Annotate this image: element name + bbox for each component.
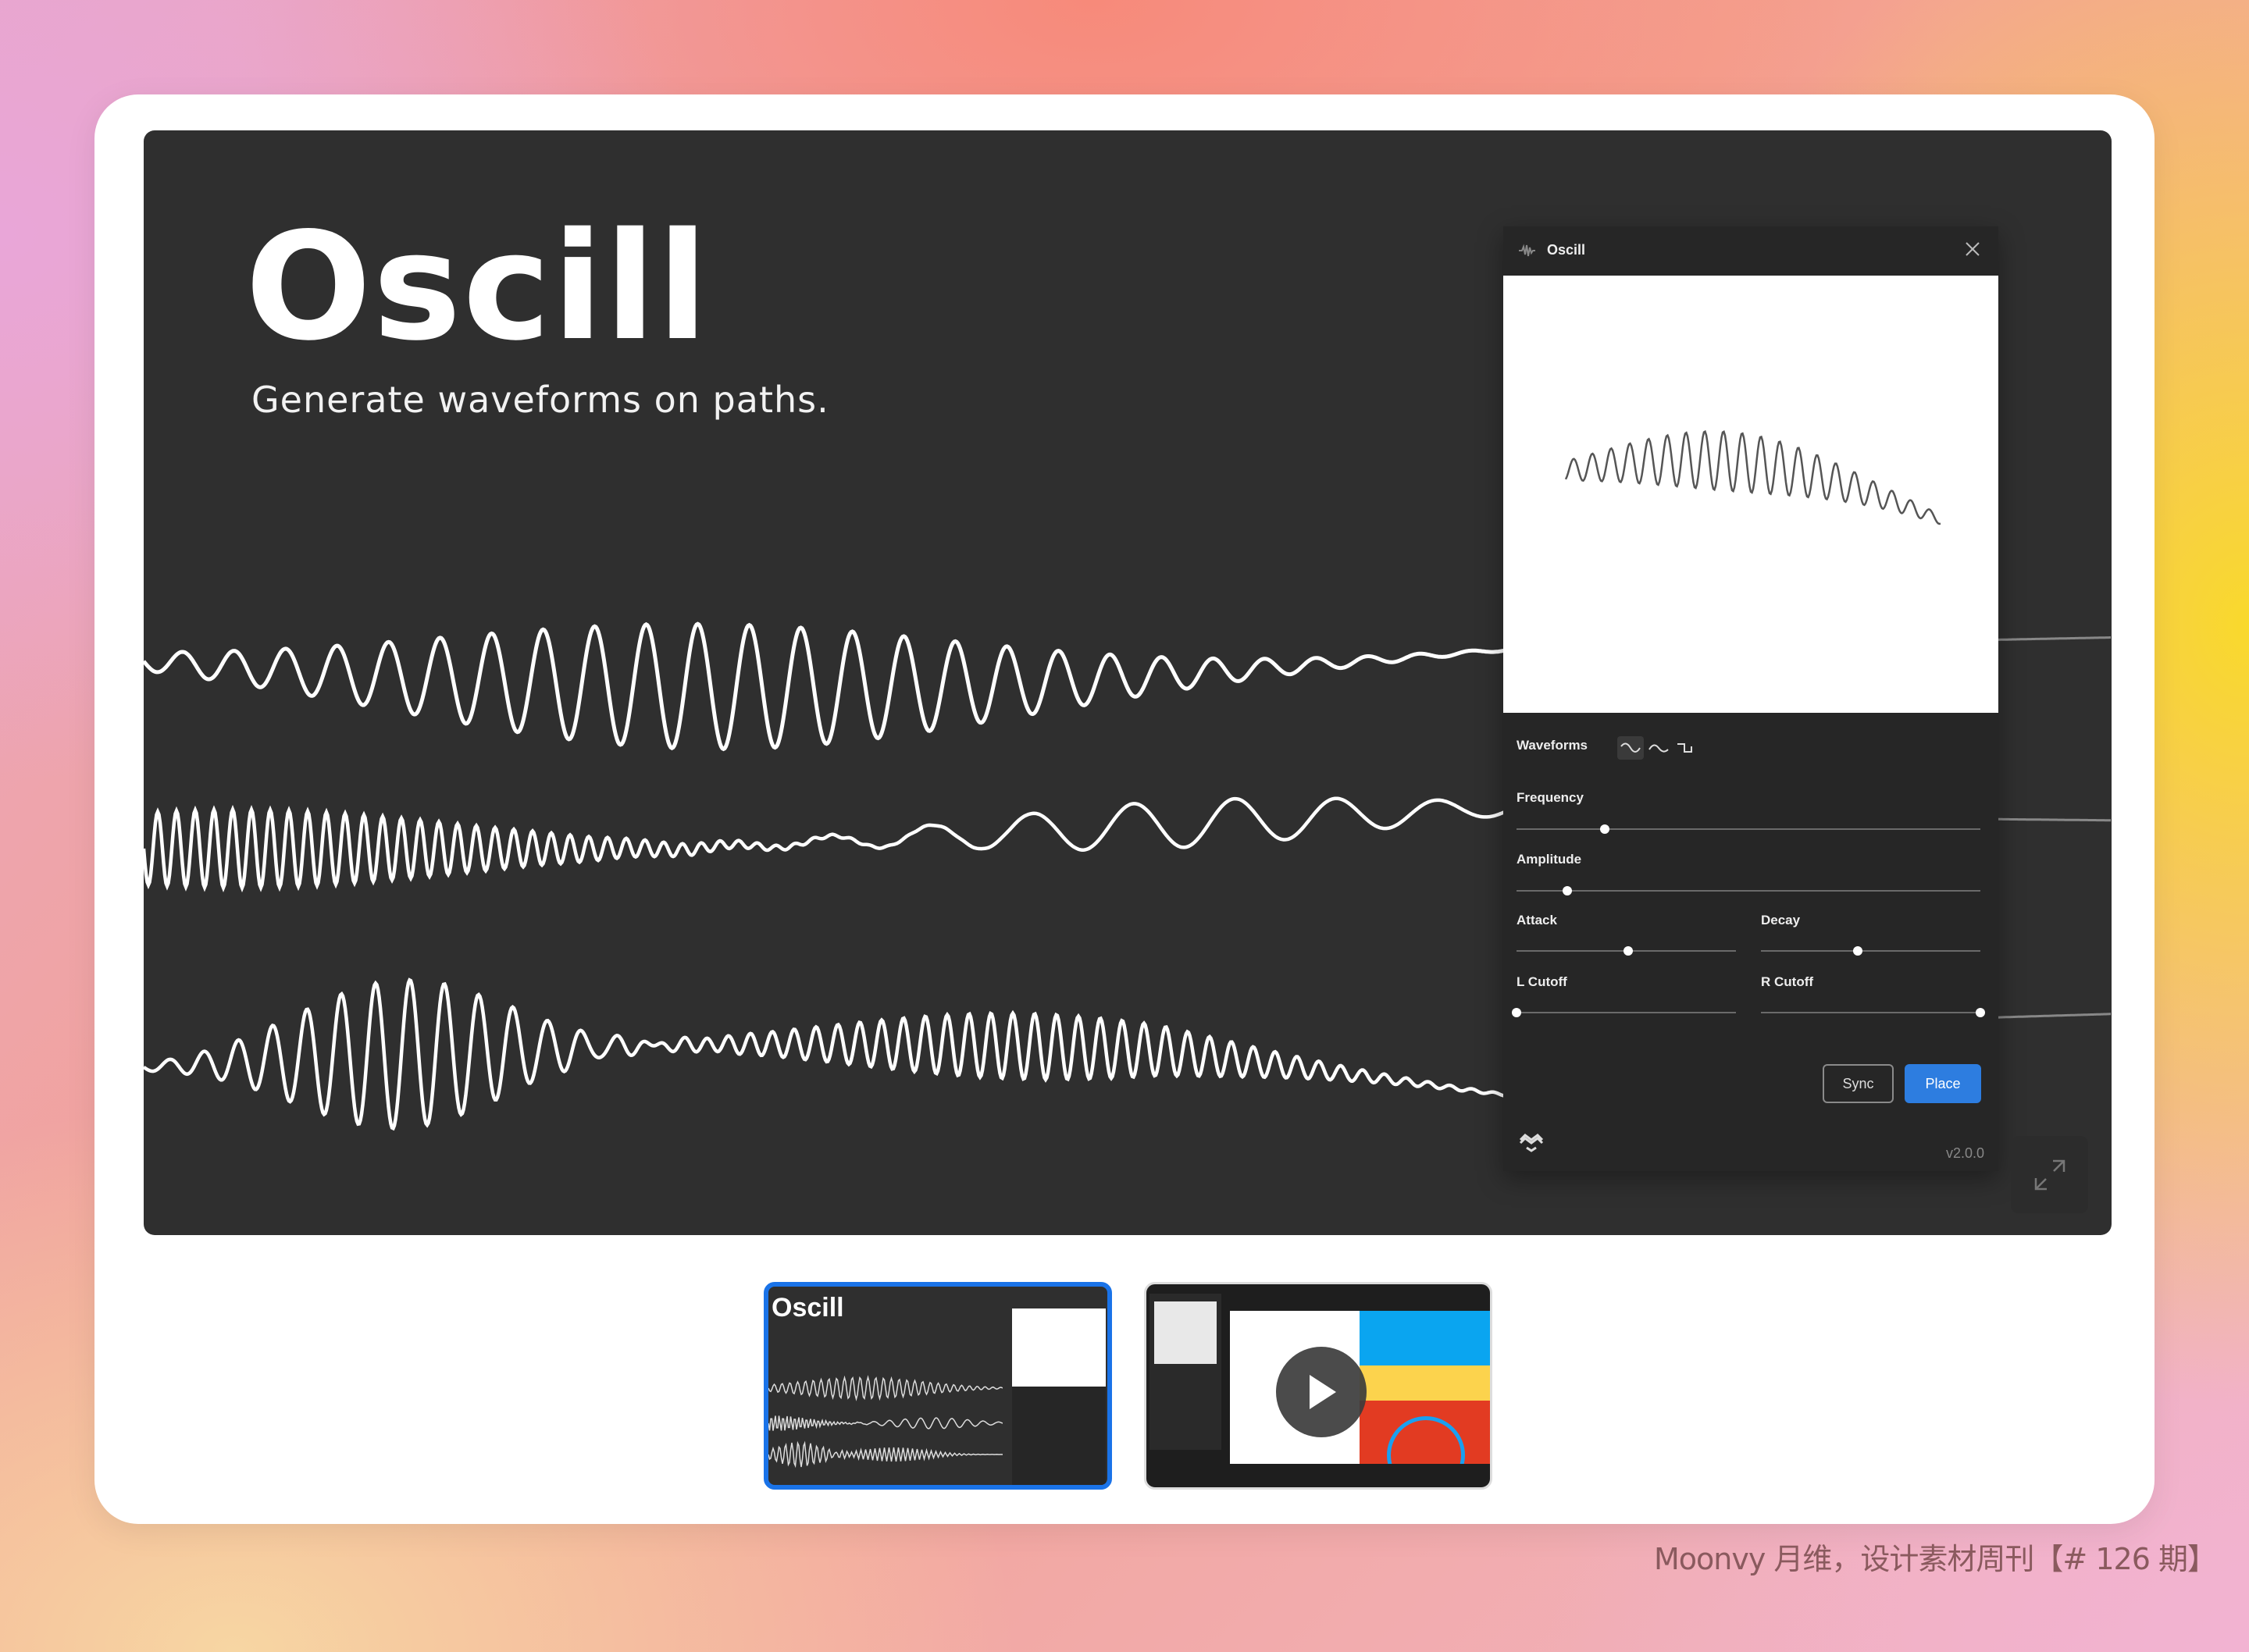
smooth-wave-icon	[1648, 744, 1669, 753]
oscill-brand-icon	[1519, 1134, 1544, 1152]
video-red-block	[1360, 1401, 1490, 1464]
sync-button[interactable]: Sync	[1823, 1064, 1894, 1103]
waveforms-label: Waveforms	[1517, 738, 1588, 753]
play-button[interactable]	[1276, 1347, 1367, 1437]
sine-wave-icon	[1620, 742, 1641, 753]
decay-label: Decay	[1761, 913, 1801, 927]
version-label: v2.0.0	[1945, 1145, 1984, 1161]
thumbnail-1[interactable]: Oscill	[764, 1282, 1112, 1490]
place-button[interactable]: Place	[1905, 1064, 1981, 1103]
r-cutoff-label: R Cutoff	[1761, 974, 1814, 989]
hero-image: Oscill Generate waveforms on paths. Osci…	[144, 130, 2112, 1235]
thumbnail-2-video[interactable]	[1144, 1282, 1492, 1490]
frequency-label: Frequency	[1517, 790, 1584, 805]
l-cutoff-label: L Cutoff	[1517, 974, 1567, 989]
fullscreen-button[interactable]	[2011, 1136, 2088, 1213]
preview-waveform	[1564, 429, 1941, 525]
wave-line-3	[144, 977, 1506, 1131]
wave-line-2	[144, 796, 1507, 893]
amplitude-label: Amplitude	[1517, 852, 1582, 867]
video-blue-block	[1360, 1311, 1490, 1365]
watermark: Moonvy 月维，设计素材周刊【# 126 期】	[1654, 1542, 2217, 1576]
thumbnail-preview	[1012, 1308, 1106, 1387]
attack-label: Attack	[1517, 913, 1557, 927]
expand-icon	[2034, 1159, 2065, 1190]
square-wave-option[interactable]	[1673, 736, 1700, 760]
slider-thumb[interactable]	[1512, 1008, 1521, 1017]
play-icon	[1310, 1375, 1336, 1409]
video-yellow-block	[1360, 1365, 1490, 1401]
decay-slider[interactable]	[1761, 945, 1980, 956]
waveform-preview	[1503, 276, 1998, 713]
slider-thumb[interactable]	[1563, 886, 1573, 895]
hero-subtitle: Generate waveforms on paths.	[251, 379, 829, 421]
plugin-header: Oscill	[1503, 226, 1998, 276]
amplitude-slider[interactable]	[1517, 885, 1980, 896]
attack-slider[interactable]	[1517, 945, 1736, 956]
plugin-title: Oscill	[1547, 242, 1586, 258]
video-sidebar	[1149, 1294, 1221, 1450]
thumbnail-panel	[1012, 1387, 1106, 1485]
plugin-logo-icon	[1519, 244, 1535, 257]
plugin-window: Oscill Waveforms Frequency Amplitude Att…	[1503, 226, 1998, 1171]
thumb-wave-2	[768, 1415, 1003, 1431]
slider-thumb[interactable]	[1852, 946, 1862, 956]
slider-thumb[interactable]	[1623, 946, 1634, 956]
preview-wave	[1564, 429, 1941, 525]
sine-wave-option[interactable]	[1617, 736, 1644, 760]
wave-line-1	[144, 621, 1507, 752]
square-wave-icon	[1677, 743, 1692, 753]
thumbnail-waves	[768, 1375, 1003, 1469]
hero-title: Oscill	[245, 201, 710, 373]
close-icon[interactable]	[1964, 240, 1981, 258]
thumb-wave-3	[768, 1440, 1003, 1469]
slider-thumb[interactable]	[1976, 1008, 1985, 1017]
smooth-wave-option[interactable]	[1645, 736, 1672, 760]
frequency-slider[interactable]	[1517, 824, 1980, 835]
slider-thumb[interactable]	[1599, 824, 1609, 834]
thumb-wave-1	[768, 1375, 1003, 1401]
r-cutoff-slider[interactable]	[1761, 1007, 1985, 1018]
l-cutoff-slider[interactable]	[1512, 1007, 1736, 1018]
